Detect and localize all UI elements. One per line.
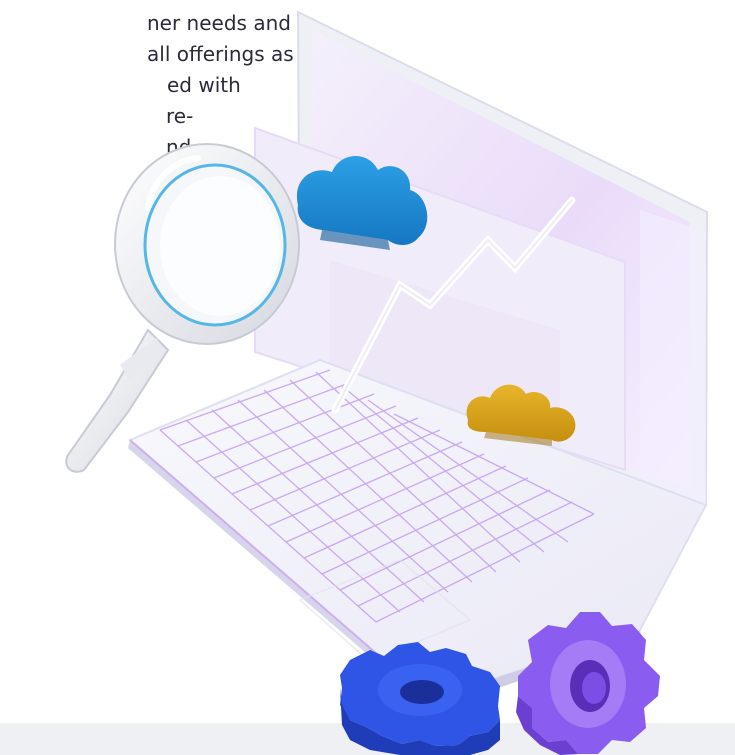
- laptop-analytics-illustration: [65, 10, 709, 755]
- gear-icon: [516, 612, 660, 755]
- laptop-icon: [128, 10, 709, 710]
